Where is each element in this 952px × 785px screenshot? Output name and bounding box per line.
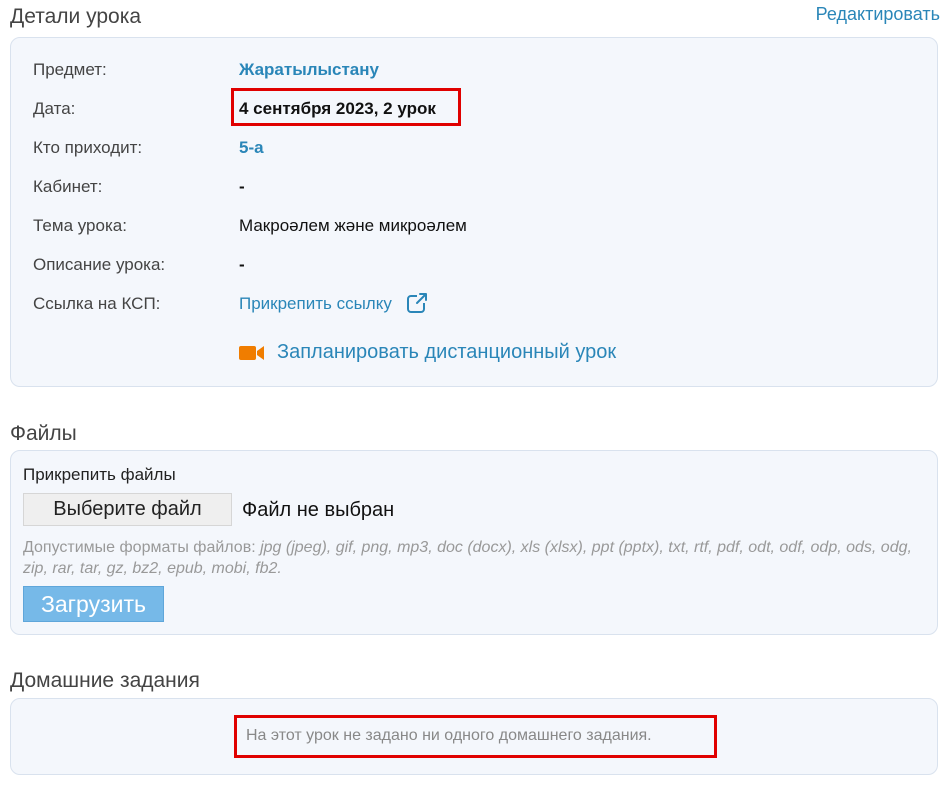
date-highlight-box [231,88,461,126]
ksp-label: Ссылка на КСП: [33,294,161,313]
external-link-icon [406,293,428,313]
schedule-remote-lesson-link[interactable]: Запланировать дистанционный урок [239,341,616,364]
attach-files-label: Прикрепить файлы [23,465,176,484]
description-label: Описание урока: [33,255,166,274]
files-card: Прикрепить файлы Выберите файл Файл не в… [10,450,938,635]
files-title: Файлы [10,422,77,445]
room-value: - [239,177,245,196]
date-label: Дата: [33,99,76,118]
attach-link[interactable]: Прикрепить ссылку [239,293,428,314]
room-label: Кабинет: [33,177,103,196]
allowed-formats-text: Допустимые форматы файлов: jpg (jpeg), g… [23,537,923,579]
remote-lesson-label: Запланировать дистанционный урок [277,341,617,363]
homework-title: Домашние задания [10,669,200,692]
details-title: Детали урока [10,5,142,28]
formats-prefix: Допустимые форматы файлов: [23,539,261,556]
attach-link-label: Прикрепить ссылку [239,294,392,313]
topic-value: Макроәлем және микроәлем [239,216,467,235]
video-camera-icon [239,345,264,360]
subject-link[interactable]: Жаратылыстану [239,60,379,80]
edit-link[interactable]: Редактировать [816,4,940,25]
choose-file-button[interactable]: Выберите файл [23,493,232,526]
class-label: Кто приходит: [33,138,143,157]
topic-label: Тема урока: [33,216,127,235]
homework-highlight-box [234,715,717,758]
description-value: - [239,255,245,274]
file-status: Файл не выбран [242,499,395,521]
subject-label: Предмет: [33,60,107,79]
upload-button[interactable]: Загрузить [23,586,164,622]
class-link[interactable]: 5-а [239,138,264,158]
lesson-details-card: Предмет: Жаратылыстану Дата: 4 сентября … [10,37,938,387]
